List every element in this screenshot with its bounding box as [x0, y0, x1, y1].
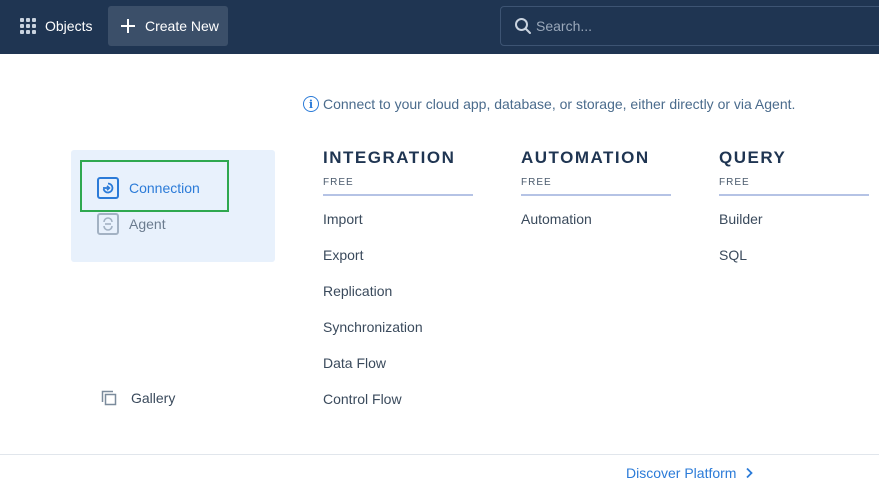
menu-item-replication[interactable]: Replication	[323, 276, 473, 312]
menu-item-builder[interactable]: Builder	[719, 204, 869, 240]
menu-item-control-flow[interactable]: Control Flow	[323, 384, 473, 420]
column-subtitle: FREE	[719, 177, 869, 196]
column-integration: INTEGRATION FREE Import Export Replicati…	[323, 148, 473, 420]
column-automation: AUTOMATION FREE Automation	[521, 148, 671, 240]
plus-icon	[121, 19, 135, 33]
top-bar: Objects Create New	[0, 0, 879, 54]
connection-icon	[97, 177, 119, 199]
agent-icon	[97, 213, 119, 235]
chevron-right-icon	[746, 467, 754, 479]
info-text: Connect to your cloud app, database, or …	[323, 96, 796, 112]
gallery-label: Gallery	[131, 390, 176, 406]
left-item-connection[interactable]: Connection	[97, 177, 200, 199]
menu-item-synchronization[interactable]: Synchronization	[323, 312, 473, 348]
search-icon	[515, 18, 531, 34]
info-hint: i Connect to your cloud app, database, o…	[303, 96, 795, 112]
column-query: QUERY FREE Builder SQL	[719, 148, 869, 276]
column-title: INTEGRATION	[323, 148, 456, 167]
menu-item-export[interactable]: Export	[323, 240, 473, 276]
column-title: QUERY	[719, 148, 787, 167]
column-subtitle: FREE	[323, 177, 473, 196]
gallery-icon	[101, 390, 117, 406]
gallery-link[interactable]: Gallery	[101, 390, 175, 406]
search-input[interactable]	[536, 18, 856, 34]
menu-item-automation[interactable]: Automation	[521, 204, 671, 240]
discover-platform-label: Discover Platform	[626, 465, 737, 481]
footer-divider	[0, 454, 879, 455]
left-item-agent[interactable]: Agent	[97, 213, 166, 235]
agent-label: Agent	[129, 216, 166, 232]
apps-grid-icon	[20, 18, 36, 34]
menu-item-import[interactable]: Import	[323, 204, 473, 240]
column-subtitle: FREE	[521, 177, 671, 196]
create-new-label: Create New	[145, 18, 219, 34]
menu-item-sql[interactable]: SQL	[719, 240, 869, 276]
column-title: AUTOMATION	[521, 148, 650, 167]
objects-label: Objects	[45, 18, 93, 34]
discover-platform-link[interactable]: Discover Platform	[626, 465, 754, 481]
connection-label: Connection	[129, 180, 200, 196]
info-icon: i	[303, 96, 319, 112]
create-new-button[interactable]: Create New	[108, 6, 228, 46]
object-type-panel	[71, 150, 275, 262]
objects-button[interactable]: Objects	[12, 8, 100, 44]
menu-item-data-flow[interactable]: Data Flow	[323, 348, 473, 384]
search-box[interactable]	[500, 6, 879, 46]
